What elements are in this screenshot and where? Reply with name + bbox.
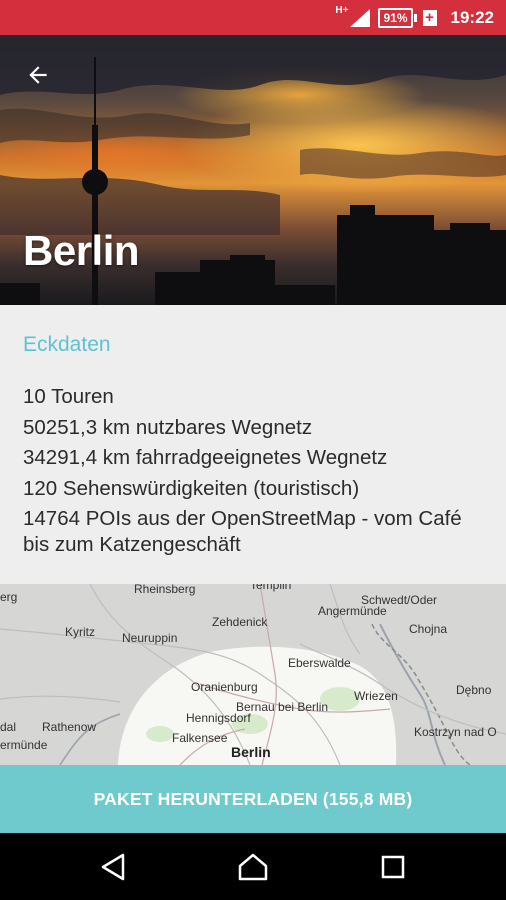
map-label-kostrzyn: Kostrzyn nad O: [414, 725, 497, 739]
status-bar: H+ 91% + 19:22: [0, 0, 506, 35]
download-package-button[interactable]: PAKET HERUNTERLADEN (155,8 MB): [0, 765, 506, 833]
map-label-rheinsberg: Rheinsberg: [134, 584, 196, 596]
charging-icon: +: [422, 9, 437, 26]
triangle-back-icon: [101, 853, 125, 881]
signal-icon: [350, 8, 371, 27]
map-label-eberswalde: Eberswalde: [288, 656, 351, 670]
map-label-debno: Dębno: [456, 683, 492, 697]
fact-sights: 120 Sehenswürdigkeiten (touristisch): [23, 476, 360, 500]
key-facts-section: Eckdaten 10 Touren 50251,3 km nutzbares …: [0, 305, 506, 584]
nav-back-button[interactable]: [93, 849, 133, 885]
fact-bike-network: 34291,4 km fahrradgeeignetes Wegnetz: [23, 446, 388, 469]
region-map[interactable]: Rheinsberg Templin erg Schwedt/Oder Ange…: [0, 584, 506, 765]
map-label-wriezen: Wriezen: [354, 689, 398, 703]
map-label-berlin: Berlin: [231, 744, 271, 760]
map-label-neuruppin: Neuruppin: [122, 631, 178, 645]
map-label-zehdenick: Zehdenick: [212, 615, 268, 629]
facts-list: 10 Touren 50251,3 km nutzbares Wegnetz 3…: [23, 384, 493, 563]
fact-tours: 10 Touren: [23, 385, 114, 408]
nav-home-button[interactable]: [233, 849, 273, 885]
status-icons: H+ 91% + 19:22: [335, 0, 494, 35]
map-label-angermuende: Angermünde: [318, 604, 387, 618]
hero-image: Berlin: [0, 35, 506, 305]
battery-percent: 91%: [378, 7, 413, 28]
page-title: Berlin: [23, 227, 140, 274]
section-title: Eckdaten: [23, 333, 111, 356]
fact-pois: 14764 POIs aus der OpenStreetMap - vom C…: [23, 507, 462, 556]
back-button[interactable]: [22, 59, 54, 91]
map-label-oranienburg: Oranienburg: [191, 680, 258, 694]
clock: 19:22: [450, 7, 494, 27]
network-type: H+: [335, 5, 349, 16]
battery-tip: [413, 13, 417, 22]
map-label-ermuende: ermünde: [0, 738, 48, 752]
system-nav-bar: [0, 833, 506, 900]
map-label-kyritz: Kyritz: [65, 625, 95, 639]
map-label-dal: dal: [0, 720, 17, 734]
map-label-hennigsdorf: Hennigsdorf: [186, 711, 251, 725]
map-label-berg: erg: [0, 590, 18, 604]
map-label-chojna: Chojna: [409, 622, 448, 636]
circle-home-icon: [238, 853, 268, 881]
battery-indicator: 91%: [378, 7, 417, 28]
square-recents-icon: [381, 855, 405, 879]
arrow-left-icon: [29, 66, 47, 84]
map-label-rathenow: Rathenow: [42, 720, 97, 734]
map-label-falkensee: Falkensee: [172, 731, 228, 745]
map-label-templin: Templin: [250, 584, 292, 592]
fact-usable-network: 50251,3 km nutzbares Wegnetz: [23, 415, 313, 439]
nav-recents-button[interactable]: [373, 849, 413, 885]
